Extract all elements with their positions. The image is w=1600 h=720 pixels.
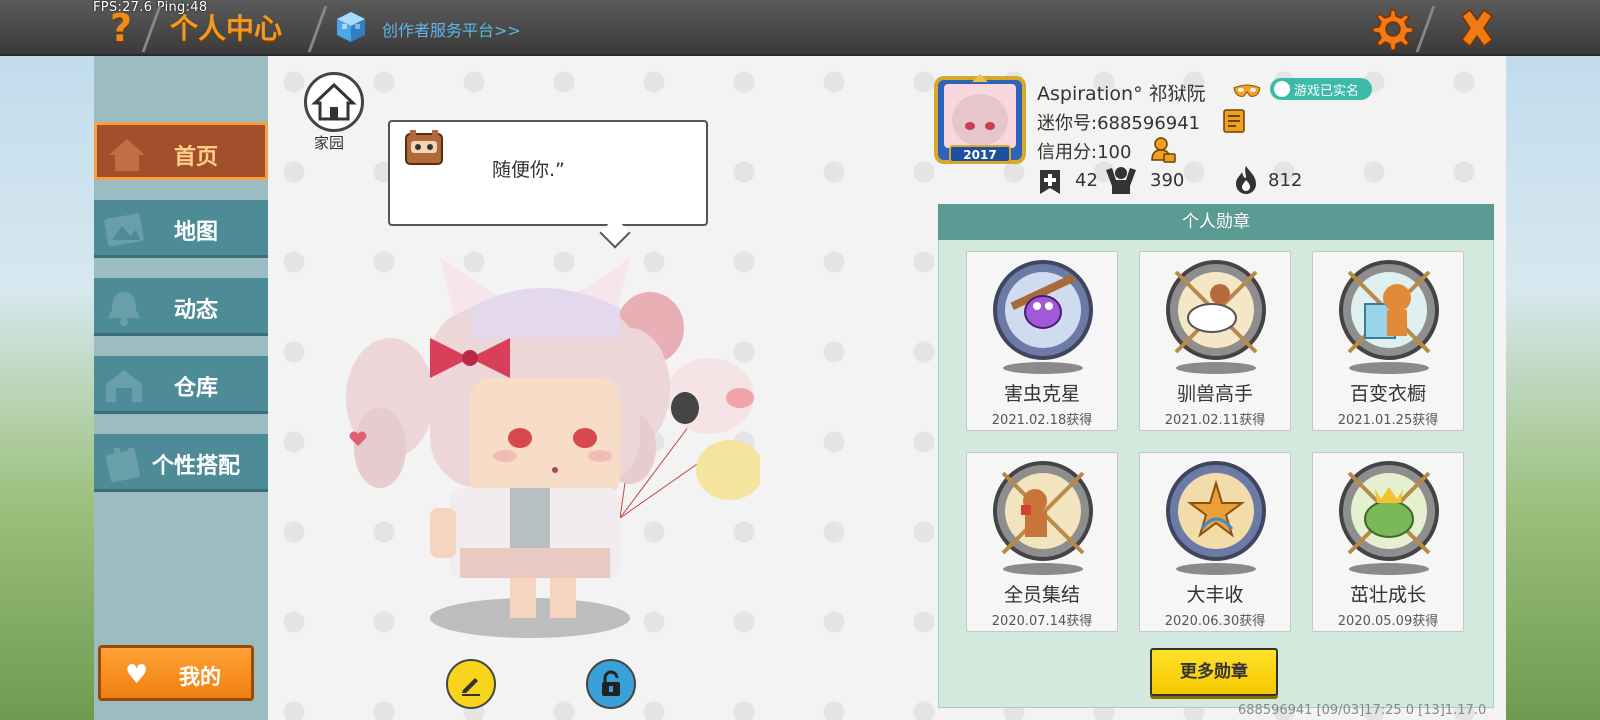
sidebar-item-label: 动态 bbox=[173, 298, 218, 323]
medal-name: 全员集结 bbox=[1003, 584, 1080, 606]
sidebar-item-outfit[interactable]: 个性搭配 bbox=[94, 434, 268, 492]
heat-count: 812 bbox=[1268, 170, 1303, 191]
medals-header: 个人勋章 bbox=[938, 204, 1494, 240]
medal-card[interactable]: 驯兽高手 2021.02.11获得 bbox=[1139, 251, 1291, 431]
sidebar-item-label: 仓库 bbox=[173, 376, 218, 401]
medal-name: 大丰收 bbox=[1186, 584, 1244, 606]
help-icon[interactable]: ? bbox=[106, 6, 136, 50]
signature-text: 随便你.” bbox=[492, 159, 565, 181]
heart-icon: ♥ bbox=[125, 660, 149, 690]
realname-badge-label: 游戏已实名 bbox=[1294, 83, 1360, 99]
medal-name: 茁壮成长 bbox=[1349, 584, 1426, 606]
mask-icon bbox=[1233, 84, 1261, 97]
page-title: 个人中心 bbox=[170, 12, 283, 45]
medal-date: 2021.02.11获得 bbox=[1164, 413, 1266, 428]
bookmark-add-icon bbox=[1040, 170, 1060, 194]
wardrobe-medal-icon bbox=[1339, 260, 1439, 374]
medal-date: 2021.02.18获得 bbox=[991, 413, 1093, 428]
robot-avatar-icon bbox=[405, 130, 443, 165]
medal-name: 害虫克星 bbox=[1003, 383, 1080, 405]
medal-card[interactable]: 茁壮成长 2020.05.09获得 bbox=[1312, 452, 1464, 632]
copy-icon[interactable] bbox=[1222, 108, 1246, 134]
creator-platform-link[interactable]: 创作者服务平台>> bbox=[382, 17, 521, 41]
medal-name: 驯兽高手 bbox=[1176, 383, 1253, 405]
bookmark-count: 42 bbox=[1075, 170, 1098, 191]
pencil-icon bbox=[462, 678, 480, 696]
username: Aspiration° 祁狱阮 bbox=[1037, 83, 1206, 105]
horse-medal-icon bbox=[1166, 260, 1266, 374]
sidebar-item-warehouse[interactable]: 仓库 bbox=[94, 356, 268, 414]
footer-info: 688596941 [09/03]17:25 0 [13]1.17.0 bbox=[1238, 703, 1487, 718]
mini-id: 迷你号:688596941 bbox=[1037, 113, 1201, 134]
my-button-label: 我的 bbox=[179, 665, 221, 689]
fans-count: 390 bbox=[1150, 170, 1185, 191]
avatar-year: 2017 bbox=[963, 148, 996, 162]
medal-card[interactable]: 大丰收 2020.06.30获得 bbox=[1139, 452, 1291, 632]
medal-date: 2020.05.09获得 bbox=[1337, 614, 1439, 629]
flame-icon bbox=[1236, 166, 1256, 194]
sidebar-item-map[interactable]: 地图 bbox=[94, 200, 268, 258]
home-garden-label: 家园 bbox=[314, 134, 345, 152]
house-icon bbox=[311, 82, 357, 121]
home-garden-button[interactable] bbox=[304, 72, 364, 132]
character-avatar[interactable] bbox=[330, 248, 760, 658]
credit-profile-icon[interactable] bbox=[1150, 136, 1176, 164]
sidebar-item-label: 地图 bbox=[173, 220, 218, 245]
medal-date: 2021.01.25获得 bbox=[1337, 413, 1439, 428]
medal-card[interactable]: 害虫克星 2021.02.18获得 bbox=[966, 251, 1118, 431]
profile-avatar[interactable]: 2017 bbox=[934, 74, 1026, 166]
person-icon bbox=[1274, 81, 1290, 97]
medal-card[interactable]: 全员集结 2020.07.14获得 bbox=[966, 452, 1118, 632]
harvest-medal-icon bbox=[1166, 461, 1266, 575]
close-icon[interactable] bbox=[1454, 6, 1500, 52]
realname-verified-badge: 游戏已实名 bbox=[1270, 78, 1372, 100]
medal-date: 2020.07.14获得 bbox=[991, 614, 1093, 629]
sidebar-item-label: 首页 bbox=[173, 145, 218, 170]
medal-card[interactable]: 百变衣橱 2021.01.25获得 bbox=[1312, 251, 1464, 431]
edit-button[interactable] bbox=[446, 659, 496, 709]
sidebar-item-home[interactable]: 首页 bbox=[94, 122, 268, 180]
more-medals-button[interactable]: 更多勋章 bbox=[1150, 648, 1278, 696]
sidebar-item-label: 个性搭配 bbox=[151, 454, 240, 479]
bug-medal-icon bbox=[993, 260, 1093, 374]
growth-medal-icon bbox=[1339, 461, 1439, 575]
sidebar-item-feed[interactable]: 动态 bbox=[94, 278, 268, 336]
my-button[interactable]: ♥ 我的 bbox=[98, 645, 254, 701]
cube-icon[interactable] bbox=[334, 10, 368, 44]
unlock-icon bbox=[602, 670, 620, 696]
medal-name: 百变衣橱 bbox=[1349, 383, 1426, 405]
credit-score: 信用分:100 bbox=[1037, 142, 1132, 163]
medal-date: 2020.06.30获得 bbox=[1164, 614, 1266, 629]
gather-medal-icon bbox=[993, 461, 1093, 575]
gear-icon[interactable] bbox=[1368, 6, 1414, 52]
lock-button[interactable] bbox=[586, 659, 636, 709]
fans-icon bbox=[1106, 167, 1136, 194]
